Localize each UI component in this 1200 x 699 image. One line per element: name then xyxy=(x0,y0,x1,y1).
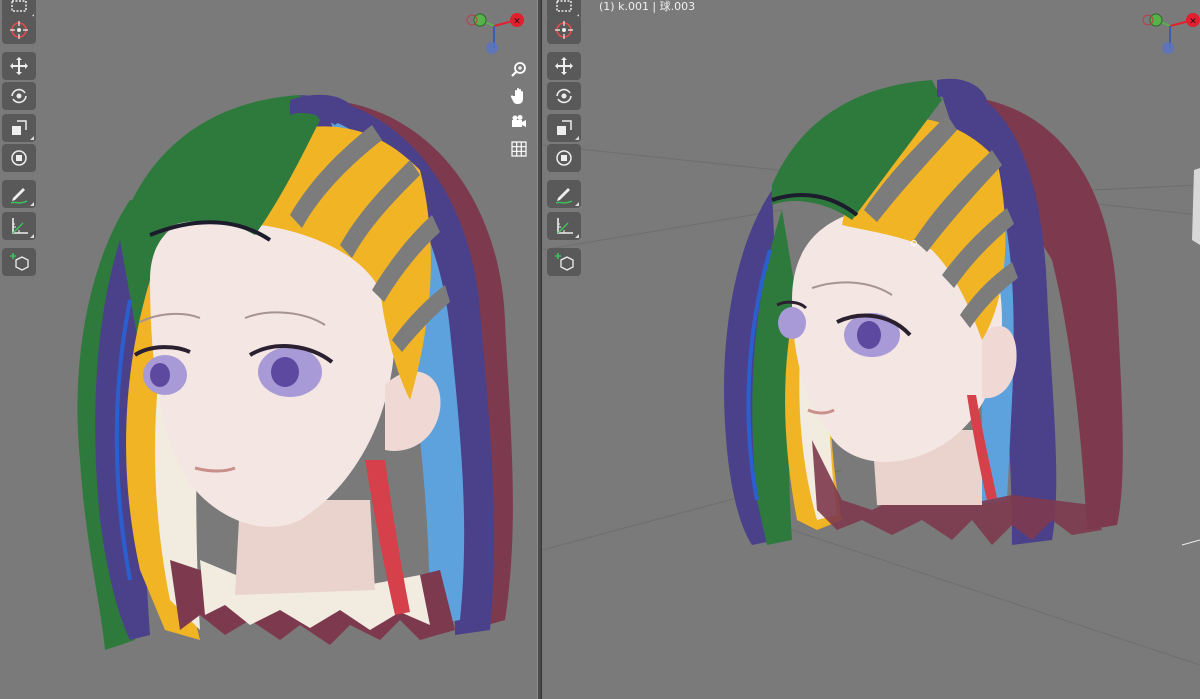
annotate-tool[interactable] xyxy=(2,180,36,208)
axis-gizmo-icon: × xyxy=(466,13,524,54)
add-cube-icon xyxy=(555,253,574,271)
cursor-tool[interactable] xyxy=(2,16,36,44)
select-box-icon xyxy=(556,0,572,12)
scale-icon xyxy=(12,120,27,135)
pan-control[interactable] xyxy=(509,86,529,106)
select-box-icon xyxy=(11,0,27,12)
axis-gizmo-icon: × xyxy=(1142,13,1200,54)
svg-text:×: × xyxy=(1189,17,1197,27)
annotate-tool[interactable] xyxy=(547,180,581,208)
scale-icon xyxy=(557,120,572,135)
cursor-tool[interactable] xyxy=(547,16,581,44)
head-model-front xyxy=(77,94,513,650)
camera-icon xyxy=(512,115,526,127)
move-icon xyxy=(555,57,573,75)
rotate-tool[interactable] xyxy=(2,82,36,110)
rotate-tool[interactable] xyxy=(547,82,581,110)
navigation-gizmo[interactable]: × xyxy=(1138,4,1200,64)
grid-icon xyxy=(511,141,527,157)
zoom-control[interactable] xyxy=(509,59,529,79)
navigation-gizmo[interactable]: × xyxy=(462,4,532,64)
add-cube-tool[interactable] xyxy=(547,248,581,276)
move-tool[interactable] xyxy=(547,52,581,80)
measure-icon xyxy=(12,218,28,234)
transform-icon xyxy=(11,150,27,166)
cursor-icon xyxy=(555,21,573,39)
measure-tool[interactable] xyxy=(547,212,581,240)
viewport-object-info: (1) k.001 | 球.003 xyxy=(599,0,696,13)
rotate-icon xyxy=(11,88,27,104)
rotate-icon xyxy=(556,88,572,104)
right-3d-viewport[interactable]: (1) k.001 | 球.003 × xyxy=(542,0,1200,699)
transform-tool[interactable] xyxy=(547,144,581,172)
scale-tool[interactable] xyxy=(547,114,581,142)
transform-icon xyxy=(556,150,572,166)
pan-hand-icon xyxy=(510,88,523,104)
camera-control[interactable] xyxy=(509,112,529,132)
svg-text:×: × xyxy=(513,17,521,27)
measure-tool[interactable] xyxy=(2,212,36,240)
measure-icon xyxy=(557,218,573,234)
zoom-icon xyxy=(511,62,526,77)
cursor-icon xyxy=(10,21,28,39)
transform-tool[interactable] xyxy=(2,144,36,172)
add-cube-tool[interactable] xyxy=(2,248,36,276)
annotate-icon xyxy=(555,188,573,204)
scale-tool[interactable] xyxy=(2,114,36,142)
annotate-icon xyxy=(10,188,28,204)
head-model-three-quarter xyxy=(542,78,1200,666)
move-tool[interactable] xyxy=(2,52,36,80)
left-3d-viewport[interactable]: × xyxy=(0,0,537,699)
add-cube-icon xyxy=(10,253,29,271)
grid-control[interactable] xyxy=(509,139,529,159)
move-icon xyxy=(10,57,28,75)
